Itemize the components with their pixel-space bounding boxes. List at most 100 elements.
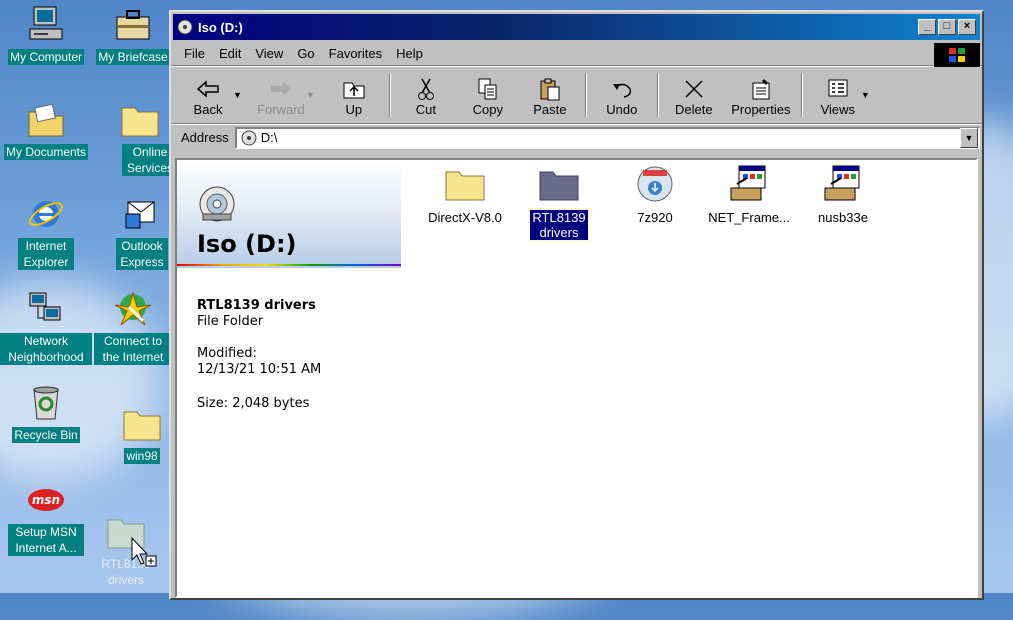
menu-file[interactable]: File (177, 46, 212, 61)
desktop-icon-connect-to-internet[interactable]: Connect to the Internet (94, 289, 172, 368)
outlook-express-icon (122, 194, 162, 234)
desktop-icon-label: My Briefcase (96, 49, 170, 65)
desktop-icon-my-briefcase[interactable]: My Briefcase (94, 5, 172, 65)
rainbow-divider (177, 264, 401, 266)
forward-arrow-icon (269, 76, 293, 102)
desktop-icon-label: My Computer (7, 49, 85, 65)
menu-help[interactable]: Help (389, 46, 430, 61)
file-item[interactable]: nusb33e (795, 164, 891, 225)
file-name: 7z920 (637, 210, 673, 225)
copy-label: Copy (472, 102, 504, 117)
selected-type: File Folder (197, 314, 264, 329)
desktop-icon-internet-explorer[interactable]: Internet Explorer (0, 194, 94, 270)
title-bar[interactable]: Iso (D:) _ □ × (173, 14, 980, 40)
desktop-icon-label: Recycle Bin (12, 427, 80, 443)
desktop-icon-network-neighborhood[interactable]: Network Neighborhood (0, 289, 94, 365)
cd-drive-large-icon (197, 184, 237, 227)
back-dropdown-icon[interactable]: ▼ (233, 90, 242, 100)
minimize-button[interactable]: _ (918, 19, 936, 35)
folder-icon (537, 164, 581, 204)
up-button[interactable]: Up (323, 69, 385, 121)
file-item-selected[interactable]: RTL8139 drivers (511, 164, 607, 241)
computer-icon (26, 5, 66, 45)
desktop-icon-recycle-bin[interactable]: Recycle Bin (0, 383, 94, 443)
forward-dropdown-icon[interactable]: ▼ (306, 90, 315, 100)
address-field[interactable]: D:\ (234, 126, 980, 149)
cd-drive-icon (177, 19, 193, 35)
web-view-pane: Iso (D:) RTL8139 drivers File Folder Mod… (177, 160, 401, 596)
menu-bar: File Edit View Go Favorites Help (171, 42, 982, 67)
folder-icon (120, 100, 160, 140)
modified-label: Modified: (197, 346, 257, 361)
forward-button[interactable]: Forward (250, 69, 312, 121)
installer-disc-icon (633, 164, 677, 204)
folder-icon (443, 164, 487, 204)
internet-explorer-icon (26, 194, 66, 234)
delete-x-icon (683, 76, 705, 102)
views-dropdown-icon[interactable]: ▼ (861, 90, 870, 100)
properties-button[interactable]: Properties (725, 69, 797, 121)
file-item[interactable]: 7z920 (607, 164, 703, 225)
back-button[interactable]: Back (177, 69, 239, 121)
recycle-bin-icon (26, 383, 66, 423)
delete-label: Delete (675, 102, 713, 117)
cut-button[interactable]: Cut (395, 69, 457, 121)
maximize-button[interactable]: □ (938, 19, 956, 35)
network-icon (26, 289, 66, 329)
menu-view[interactable]: View (248, 46, 290, 61)
folder-icon (122, 404, 162, 444)
properties-icon (750, 76, 772, 102)
toolbar: Back ▼ Forward ▼ Up Cut Copy Paste Undo (171, 66, 982, 124)
window-title: Iso (D:) (198, 19, 243, 35)
file-item[interactable]: DirectX-V8.0 (417, 164, 513, 225)
menu-edit[interactable]: Edit (212, 46, 248, 61)
address-dropdown-button[interactable]: ▼ (960, 127, 978, 148)
msn-icon: msn (26, 480, 66, 520)
copy-button[interactable]: Copy (457, 69, 519, 121)
properties-label: Properties (731, 102, 791, 117)
undo-label: Undo (606, 102, 638, 117)
toolbar-separator (388, 73, 391, 117)
modified-value: 12/13/21 10:51 AM (197, 362, 322, 377)
menu-favorites[interactable]: Favorites (322, 46, 389, 61)
svg-text:msn: msn (32, 493, 60, 507)
desktop-icon-label: Network Neighborhood (0, 333, 92, 365)
size-info: Size: 2,048 bytes (197, 396, 310, 411)
desktop-icon-label: Connect to the Internet (94, 333, 172, 365)
toolbar-separator (800, 73, 803, 117)
up-folder-icon (342, 76, 366, 102)
file-item[interactable]: NET_Frame... (701, 164, 797, 225)
desktop-icon-my-documents[interactable]: My Documents (0, 100, 94, 160)
delete-button[interactable]: Delete (663, 69, 725, 121)
forward-label: Forward (257, 102, 305, 117)
desktop-icon-label: Setup MSN Internet A... (8, 524, 84, 556)
pane-title: Iso (D:) (197, 230, 297, 258)
desktop-icon-my-computer[interactable]: My Computer (0, 5, 94, 65)
windows-logo-icon (934, 43, 980, 67)
address-bar: Address D:\ ▼ (171, 124, 982, 150)
file-name: nusb33e (818, 210, 868, 225)
file-name: RTL8139 drivers (529, 209, 589, 241)
file-name: NET_Frame... (708, 210, 790, 225)
back-arrow-icon (196, 76, 220, 102)
toolbar-separator (584, 73, 587, 117)
cd-drive-icon (241, 130, 257, 146)
views-button[interactable]: Views (807, 69, 869, 121)
explorer-window[interactable]: Iso (D:) _ □ × File Edit View Go Favorit… (169, 10, 984, 600)
close-button[interactable]: × (958, 19, 976, 35)
paste-icon (539, 76, 561, 102)
briefcase-icon (113, 5, 153, 45)
desktop-icon-label: Outlook Express (116, 238, 168, 270)
desktop-icon-label: Internet Explorer (18, 238, 74, 270)
desktop-icon-rtl8139-drivers-dragging[interactable]: RTL8139 drivers (78, 512, 174, 588)
documents-folder-icon (26, 100, 66, 140)
back-label: Back (193, 102, 223, 117)
paste-button[interactable]: Paste (519, 69, 581, 121)
address-label: Address (181, 130, 229, 145)
selected-name: RTL8139 drivers (197, 298, 316, 313)
menu-go[interactable]: Go (290, 46, 321, 61)
undo-button[interactable]: Undo (591, 69, 653, 121)
toolbar-separator (656, 73, 659, 117)
folder-view[interactable]: Iso (D:) RTL8139 drivers File Folder Mod… (175, 158, 978, 598)
setup-program-icon (821, 164, 865, 204)
